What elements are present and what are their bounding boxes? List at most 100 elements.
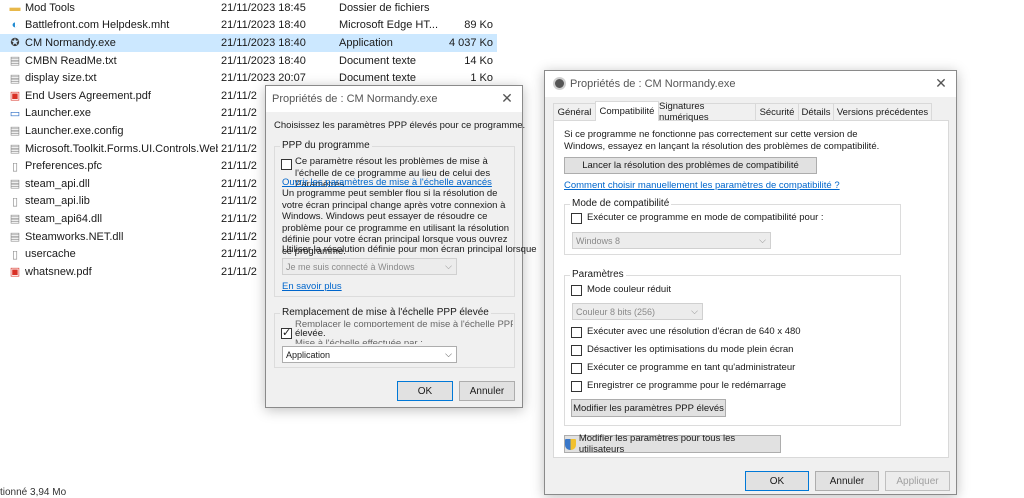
file-icon: ▯ bbox=[11, 160, 19, 173]
scaling-by-value: Application bbox=[286, 349, 331, 360]
file-row[interactable]: ▤ CMBN ReadMe.txt 21/11/2023 18:40 Document… bbox=[0, 52, 497, 70]
tab-general[interactable]: Général bbox=[553, 103, 596, 121]
tab-details[interactable]: Détails bbox=[798, 103, 834, 121]
dll-icon: ▤ bbox=[9, 143, 21, 156]
res-640-checkbox[interactable] bbox=[571, 327, 582, 338]
file-date: 21/11/2023 18:40 bbox=[221, 19, 306, 32]
compatibility-tab-page: Si ce programme ne fonctionne pas correc… bbox=[553, 120, 949, 458]
file-type: Document texte bbox=[339, 72, 417, 85]
file-name: CMBN ReadMe.txt bbox=[25, 54, 117, 67]
settings-group: Paramètres Mode couleur réduit Couleur 8… bbox=[564, 269, 901, 426]
properties-dialog-title: Propriétés de : CM Normandy.exe bbox=[570, 78, 736, 90]
close-icon[interactable]: ✕ bbox=[500, 91, 514, 105]
tab-bar: Général Compatibilité Signatures numérique… bbox=[553, 101, 949, 123]
all-users-button[interactable]: Modifier les paramètres pour tous les ut… bbox=[564, 433, 781, 455]
override-line-3: Mise à l'échelle effectuée par : bbox=[295, 338, 423, 344]
close-icon[interactable]: ✕ bbox=[934, 76, 948, 90]
exe-icon: ▭ bbox=[9, 107, 21, 120]
file-size: 14 Ko bbox=[464, 54, 493, 67]
dpi-override-group-title: Remplacement de mise à l'échelle PPP éle… bbox=[280, 307, 491, 318]
dpi-dialog-title: Propriétés de : CM Normandy.exe bbox=[272, 93, 438, 105]
chevron-down-icon: ⌵ bbox=[445, 349, 452, 359]
use-resolution-label: Utiliser la résolution définie pour mon … bbox=[282, 244, 537, 255]
tab-versions-precedentes[interactable]: Versions précédentes bbox=[833, 103, 932, 121]
dpi-cancel-button[interactable]: Annuler bbox=[459, 381, 515, 401]
file-name: steam_api.dll bbox=[25, 177, 90, 190]
chevron-down-icon: ⌵ bbox=[759, 235, 766, 245]
reduced-color-checkbox[interactable] bbox=[571, 285, 582, 296]
scaling-by-dropdown[interactable]: Application ⌵ bbox=[282, 346, 457, 363]
program-dpi-group: PPP du programme Ce paramètre résout les… bbox=[274, 140, 537, 297]
register-restart-checkbox[interactable] bbox=[571, 381, 582, 392]
file-name: steam_api64.dll bbox=[25, 212, 103, 225]
res-640-label: Exécuter avec une résolution d'écran de … bbox=[587, 326, 801, 337]
tab-compatibilite[interactable]: Compatibilité bbox=[595, 101, 659, 121]
all-users-label: Modifier les paramètres pour tous les ut… bbox=[578, 433, 736, 455]
advanced-scaling-link[interactable]: Ouvrir les paramètres de mise à l'échell… bbox=[282, 177, 512, 189]
file-name: Preferences.pfc bbox=[25, 160, 103, 173]
fullscreen-opt-checkbox[interactable] bbox=[571, 345, 582, 356]
file-type: Microsoft Edge HT... bbox=[339, 19, 439, 32]
settings-group-title: Paramètres bbox=[570, 269, 626, 280]
change-dpi-button[interactable]: Modifier les paramètres PPP élevés bbox=[571, 399, 726, 417]
file-name: End Users Agreement.pdf bbox=[25, 89, 151, 102]
file-row[interactable]: ▬ Mod Tools 21/11/2023 18:45 Dossier de fic… bbox=[0, 0, 497, 17]
file-size: 1 Ko bbox=[470, 72, 493, 85]
compat-mode-checkbox[interactable] bbox=[571, 213, 582, 224]
file-date: 21/11/2023 18:40 bbox=[221, 54, 306, 67]
properties-dialog-titlebar[interactable]: Propriétés de : CM Normandy.exe ✕ bbox=[545, 71, 956, 97]
properties-apply-button[interactable]: Appliquer bbox=[885, 471, 950, 491]
file-date: 21/11/2023 18:45 bbox=[221, 1, 306, 14]
chevron-down-icon: ⌵ bbox=[691, 306, 698, 316]
dpi-settings-dialog: Propriétés de : CM Normandy.exe ✕ Choisi… bbox=[265, 85, 537, 408]
learn-more-link[interactable]: En savoir plus bbox=[282, 281, 342, 293]
file-name: usercache bbox=[25, 248, 76, 261]
pdf-icon: ▣ bbox=[9, 266, 21, 279]
file-name: Launcher.exe.config bbox=[25, 124, 124, 137]
chevron-down-icon: ⌵ bbox=[445, 261, 452, 271]
folder-icon: ▬ bbox=[9, 1, 21, 14]
compat-mode-label: Exécuter ce programme en mode de compati… bbox=[587, 212, 824, 223]
dll-icon: ▤ bbox=[9, 178, 21, 191]
troubleshoot-button[interactable]: Lancer la résolution des problèmes de co… bbox=[564, 157, 817, 174]
file-name: Microsoft.Toolkit.Forms.UI.Controls.WebV… bbox=[25, 142, 218, 155]
file-size: 4 037 Ko bbox=[448, 36, 493, 49]
override-program-dpi-checkbox[interactable] bbox=[281, 159, 292, 170]
file-row[interactable]: ◐ Battlefront.com Helpdesk.mht 21/11/2023 … bbox=[0, 17, 497, 35]
properties-ok-button[interactable]: OK bbox=[745, 471, 809, 491]
file-type: Dossier de fichiers bbox=[339, 1, 430, 14]
tab-signatures-numeriques[interactable]: Signatures numériques bbox=[658, 101, 756, 123]
dll-icon: ▤ bbox=[9, 213, 21, 226]
connect-time-dropdown[interactable]: Je me suis connecté à Windows ⌵ bbox=[282, 258, 457, 275]
file-name: CM Normandy.exe bbox=[25, 36, 116, 49]
file-name: Mod Tools bbox=[25, 1, 75, 14]
file-icon: ▯ bbox=[11, 248, 19, 261]
file-name: whatsnew.pdf bbox=[25, 265, 92, 278]
app-icon: ✪ bbox=[10, 37, 20, 50]
override-line-1: Remplacer le comportement de mise à l'éc… bbox=[295, 319, 513, 327]
file-row[interactable]: ✪ CM Normandy.exe 21/11/2023 18:40 Applicat… bbox=[0, 34, 497, 52]
edge-icon: ◐ bbox=[11, 19, 19, 32]
file-name: Launcher.exe bbox=[25, 107, 92, 120]
shield-icon bbox=[565, 438, 576, 450]
os-version-dropdown[interactable]: Windows 8 ⌵ bbox=[572, 232, 771, 249]
program-dpi-group-title: PPP du programme bbox=[280, 140, 372, 151]
dpi-intro-text: Choisissez les paramètres PPP élevés pou… bbox=[274, 120, 526, 131]
override-dpi-checkbox[interactable]: ✓ bbox=[281, 328, 292, 339]
properties-cancel-button[interactable]: Annuler bbox=[815, 471, 879, 491]
dpi-ok-button[interactable]: OK bbox=[397, 381, 453, 401]
pdf-icon: ▣ bbox=[9, 90, 21, 103]
file-date: 21/11/2023 20:07 bbox=[221, 72, 306, 85]
dpi-override-group: Remplacement de mise à l'échelle PPP éle… bbox=[274, 307, 515, 368]
color-depth-dropdown[interactable]: Couleur 8 bits (256) ⌵ bbox=[572, 303, 703, 320]
dpi-dialog-titlebar[interactable]: Propriétés de : CM Normandy.exe ✕ bbox=[266, 86, 522, 112]
run-as-admin-checkbox[interactable] bbox=[571, 363, 582, 374]
compat-mode-group-title: Mode de compatibilité bbox=[570, 198, 672, 209]
file-date: 21/11/2023 18:40 bbox=[221, 36, 306, 49]
tab-securite[interactable]: Sécurité bbox=[755, 103, 799, 121]
file-icon: ▯ bbox=[11, 195, 19, 208]
color-depth-value: Couleur 8 bits (256) bbox=[576, 306, 656, 317]
file-name: steam_api.lib bbox=[25, 195, 90, 208]
fullscreen-opt-label: Désactiver les optimisations du mode ple… bbox=[587, 344, 794, 355]
manual-settings-link[interactable]: Comment choisir manuellement les paramèt… bbox=[564, 180, 840, 192]
